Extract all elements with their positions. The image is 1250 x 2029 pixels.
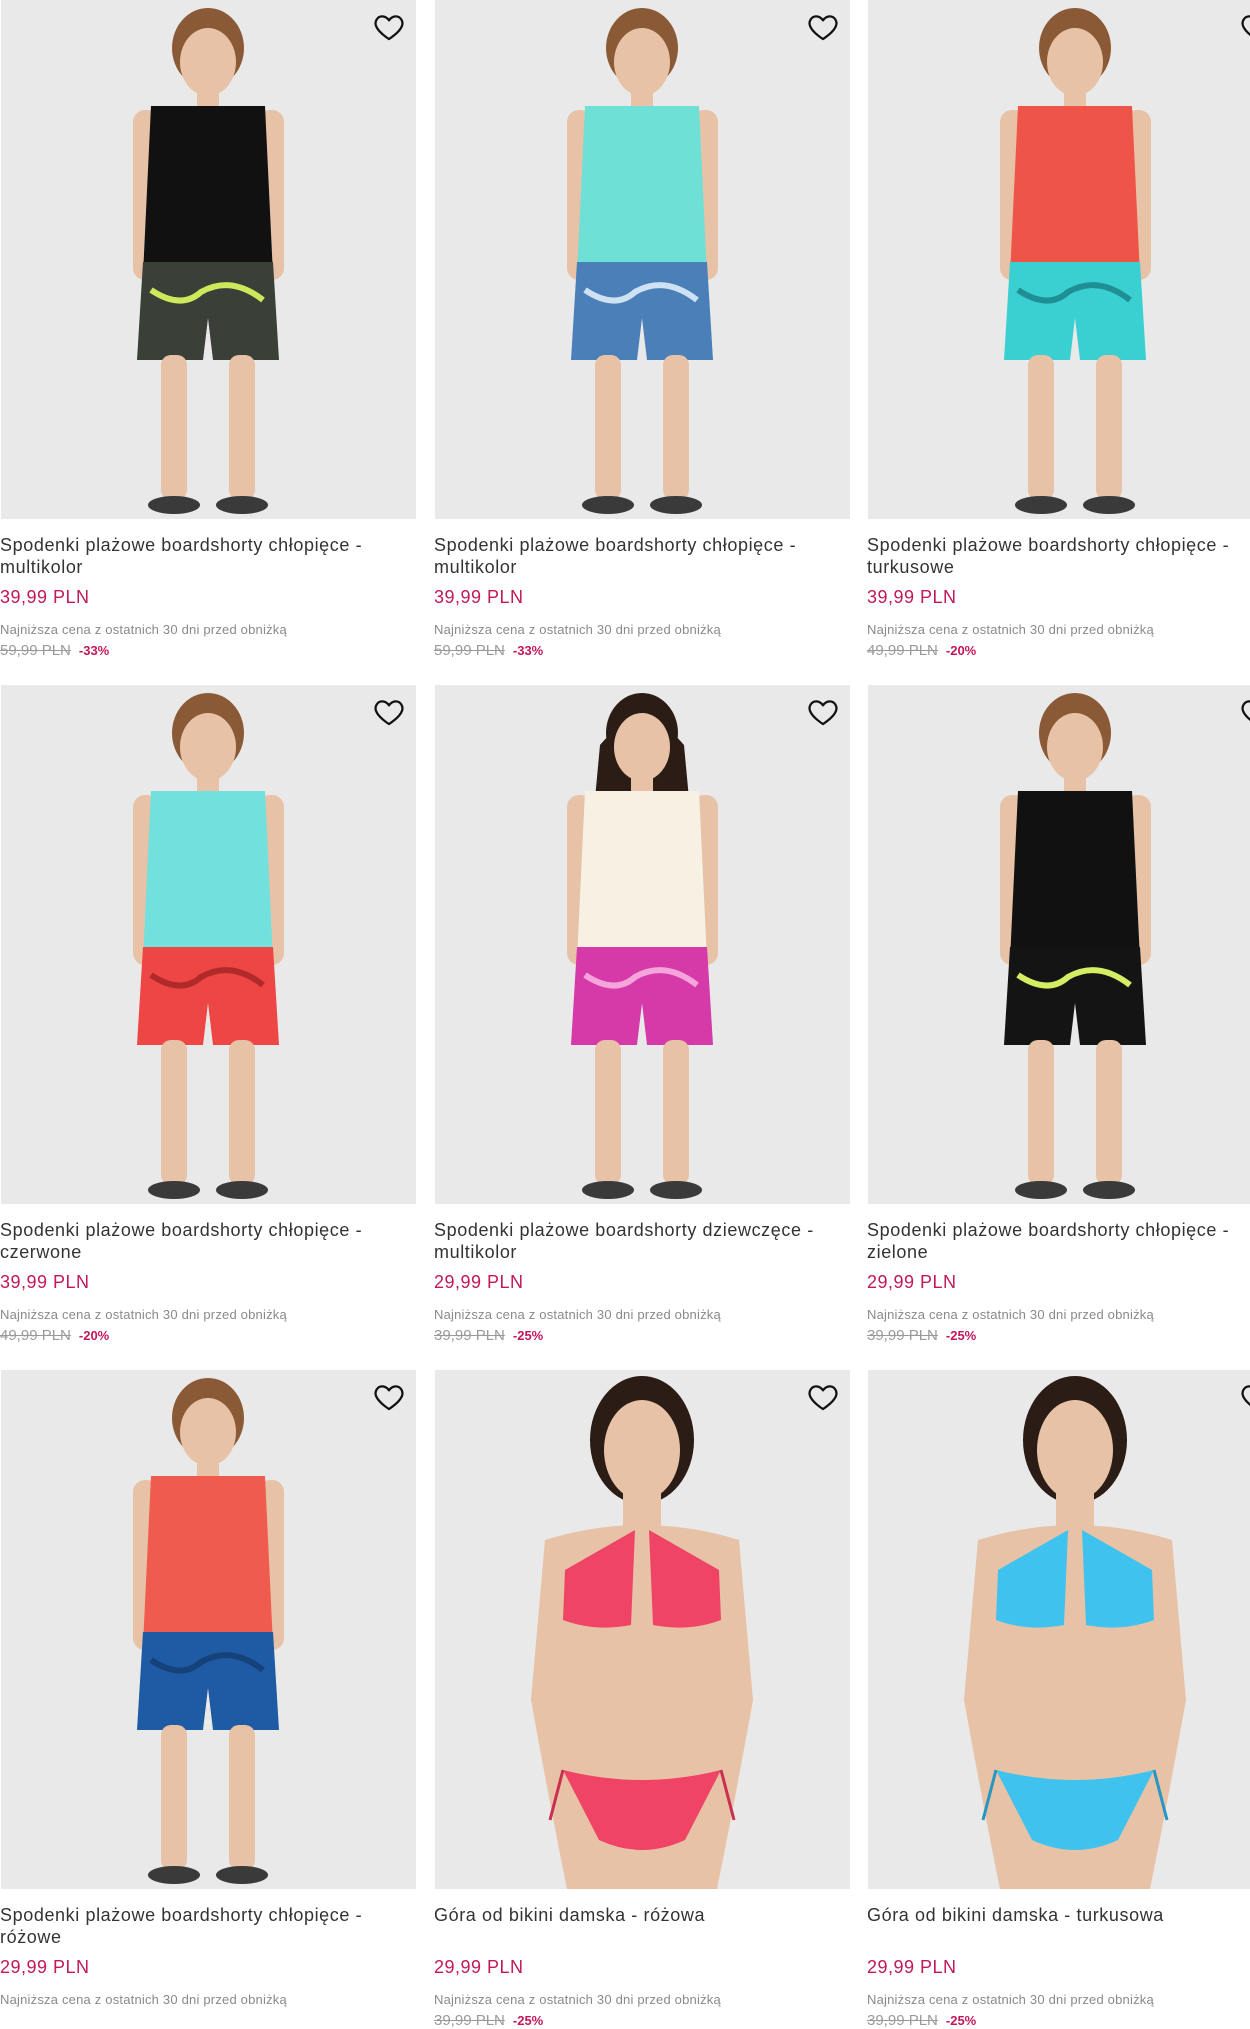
old-price-row: 59,99 PLN -33% (434, 642, 543, 659)
discount-badge: -25% (945, 1328, 977, 1343)
product-image[interactable] (868, 0, 1250, 519)
discount-badge: -20% (945, 643, 977, 658)
lowest-price-label: Najniższa cena z ostatnich 30 dni przed … (434, 1992, 721, 2007)
old-price: 39,99 PLN (434, 1327, 505, 1344)
old-price: 49,99 PLN (867, 642, 938, 659)
lowest-price-label: Najniższa cena z ostatnich 30 dni przed … (867, 1992, 1154, 2007)
product-image[interactable] (1, 1370, 416, 1889)
product-title[interactable]: Spodenki plażowe boardshorty chłopięce -… (0, 1219, 400, 1263)
discount-badge: -33% (78, 643, 110, 658)
lowest-price-label: Najniższa cena z ostatnich 30 dni przed … (434, 622, 721, 637)
product-price: 29,99 PLN (434, 1957, 524, 1977)
old-price: 49,99 PLN (0, 1327, 71, 1344)
old-price: 39,99 PLN (434, 2012, 505, 2029)
product-title[interactable]: Spodenki plażowe boardshorty dziewczęce … (434, 1219, 834, 1263)
wishlist-heart-icon[interactable] (372, 695, 406, 729)
discount-badge: -25% (512, 2013, 544, 2028)
product-image[interactable] (1, 0, 416, 519)
old-price-row: 49,99 PLN -20% (0, 1327, 109, 1344)
product-title[interactable]: Spodenki plażowe boardshorty chłopięce -… (867, 1219, 1250, 1263)
old-price: 39,99 PLN (867, 2012, 938, 2029)
lowest-price-label: Najniższa cena z ostatnich 30 dni przed … (867, 622, 1154, 637)
product-image[interactable] (435, 685, 850, 1204)
product-price: 29,99 PLN (434, 1272, 524, 1292)
product-image[interactable] (435, 0, 850, 519)
old-price-row: 49,99 PLN -20% (867, 642, 976, 659)
product-title[interactable]: Spodenki plażowe boardshorty chłopięce -… (434, 534, 834, 578)
wishlist-heart-icon[interactable] (806, 1380, 840, 1414)
product-price: 39,99 PLN (434, 587, 524, 607)
discount-badge: -33% (512, 643, 544, 658)
old-price-row: 59,99 PLN -33% (0, 642, 109, 659)
product-price: 29,99 PLN (0, 1957, 90, 1977)
wishlist-heart-icon[interactable] (1239, 1380, 1250, 1414)
lowest-price-label: Najniższa cena z ostatnich 30 dni przed … (0, 1307, 287, 1322)
old-price: 59,99 PLN (0, 642, 71, 659)
old-price-row: 39,99 PLN -25% (434, 2012, 543, 2029)
old-price: 59,99 PLN (434, 642, 505, 659)
product-image[interactable] (868, 685, 1250, 1204)
discount-badge: -25% (945, 2013, 977, 2028)
discount-badge: -25% (512, 1328, 544, 1343)
product-title[interactable]: Góra od bikini damska - różowa (434, 1904, 834, 1926)
lowest-price-label: Najniższa cena z ostatnich 30 dni przed … (867, 1307, 1154, 1322)
product-price: 39,99 PLN (867, 587, 957, 607)
product-price: 39,99 PLN (0, 1272, 90, 1292)
wishlist-heart-icon[interactable] (1239, 695, 1250, 729)
product-price: 29,99 PLN (867, 1957, 957, 1977)
lowest-price-label: Najniższa cena z ostatnich 30 dni przed … (434, 1307, 721, 1322)
product-image[interactable] (1, 685, 416, 1204)
wishlist-heart-icon[interactable] (372, 1380, 406, 1414)
lowest-price-label: Najniższa cena z ostatnich 30 dni przed … (0, 1992, 287, 2007)
product-image[interactable] (435, 1370, 850, 1889)
wishlist-heart-icon[interactable] (806, 695, 840, 729)
old-price-row: 39,99 PLN -25% (867, 1327, 976, 1344)
wishlist-heart-icon[interactable] (372, 10, 406, 44)
old-price-row: 39,99 PLN -25% (434, 1327, 543, 1344)
product-price: 29,99 PLN (867, 1272, 957, 1292)
wishlist-heart-icon[interactable] (1239, 10, 1250, 44)
wishlist-heart-icon[interactable] (806, 10, 840, 44)
lowest-price-label: Najniższa cena z ostatnich 30 dni przed … (0, 622, 287, 637)
product-title[interactable]: Góra od bikini damska - turkusowa (867, 1904, 1250, 1926)
product-title[interactable]: Spodenki plażowe boardshorty chłopięce -… (0, 534, 400, 578)
product-image[interactable] (868, 1370, 1250, 1889)
discount-badge: -20% (78, 1328, 110, 1343)
old-price-row: 39,99 PLN -25% (867, 2012, 976, 2029)
product-title[interactable]: Spodenki plażowe boardshorty chłopięce -… (867, 534, 1250, 578)
product-title[interactable]: Spodenki plażowe boardshorty chłopięce -… (0, 1904, 400, 1948)
old-price: 39,99 PLN (867, 1327, 938, 1344)
product-price: 39,99 PLN (0, 587, 90, 607)
